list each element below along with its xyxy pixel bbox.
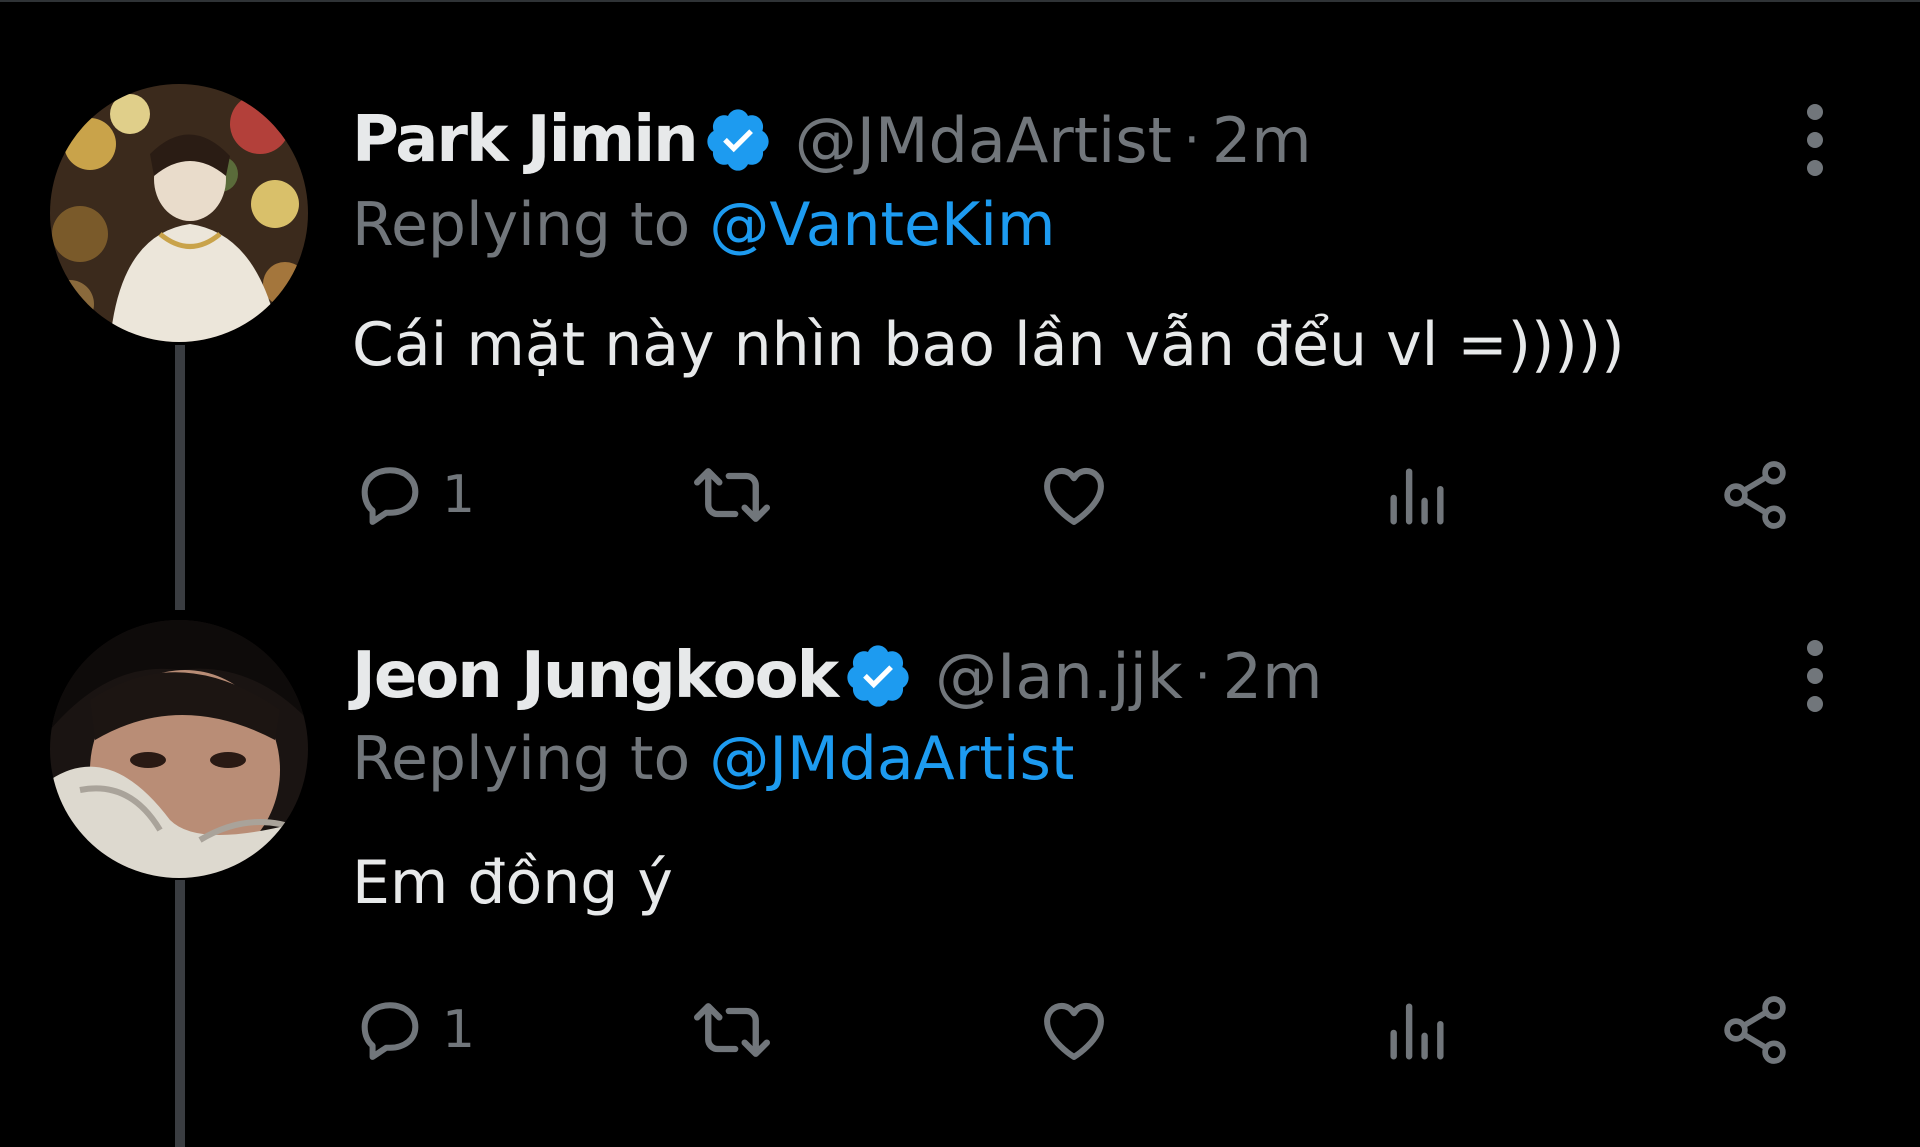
share-button[interactable] [1717,450,1793,540]
tweet-thread-screen: Park Jimin @JMdaArtist · 2m Replying to … [0,0,1920,1147]
analytics-icon [1382,457,1452,533]
share-icon [1717,992,1793,1068]
tweet-actions-bar: 1 [352,450,1812,540]
retweet-button[interactable] [687,985,777,1075]
reply-count: 1 [442,1000,476,1060]
thread-connector-line [175,880,185,1147]
separator-dot: · [1194,647,1211,705]
analytics-button[interactable] [1382,450,1452,540]
replying-to-line: Replying to @VanteKim [352,190,1055,260]
like-button[interactable] [1034,985,1114,1075]
replying-to-handle[interactable]: @JMdaArtist [709,724,1074,794]
like-icon [1034,457,1114,533]
share-button[interactable] [1717,985,1793,1075]
replying-to-line: Replying to @JMdaArtist [352,724,1074,794]
reply-count: 1 [442,465,476,525]
handle[interactable]: @Ian.jjk [935,640,1183,713]
avatar-jeon-jungkook[interactable] [50,620,308,878]
like-icon [1034,992,1114,1068]
tweet-text: Em đồng ý [352,848,673,918]
replying-to-handle[interactable]: @VanteKim [709,190,1055,260]
tweet-header: Jeon Jungkook @Ian.jjk · 2m [352,636,1323,716]
more-options-icon[interactable] [1790,100,1840,180]
top-divider [0,0,1920,2]
avatar-image [50,84,308,342]
tweet-text: Cái mặt này nhìn bao lần vẫn đểu vl =)))… [352,310,1625,380]
verified-badge-icon [843,641,913,711]
tweet-header: Park Jimin @JMdaArtist · 2m [352,100,1312,180]
retweet-icon [687,457,777,533]
reply-icon [352,992,428,1068]
like-button[interactable] [1034,450,1114,540]
share-icon [1717,457,1793,533]
handle[interactable]: @JMdaArtist [795,104,1172,177]
avatar-image [50,620,308,878]
more-options-icon[interactable] [1790,636,1840,716]
tweet-actions-bar: 1 [352,985,1812,1075]
avatar-park-jimin[interactable] [50,84,308,342]
reply-icon [352,457,428,533]
reply-button[interactable]: 1 [352,450,475,540]
analytics-button[interactable] [1382,985,1452,1075]
reply-button[interactable]: 1 [352,985,475,1075]
display-name[interactable]: Jeon Jungkook [352,639,839,713]
replying-to-label: Replying to [352,724,710,794]
timestamp[interactable]: 2m [1223,640,1323,713]
display-name[interactable]: Park Jimin [352,103,699,177]
timestamp[interactable]: 2m [1212,104,1312,177]
retweet-icon [687,992,777,1068]
retweet-button[interactable] [687,450,777,540]
thread-connector-line [175,345,185,610]
separator-dot: · [1183,111,1200,169]
analytics-icon [1382,992,1452,1068]
verified-badge-icon [703,105,773,175]
replying-to-label: Replying to [352,190,710,260]
